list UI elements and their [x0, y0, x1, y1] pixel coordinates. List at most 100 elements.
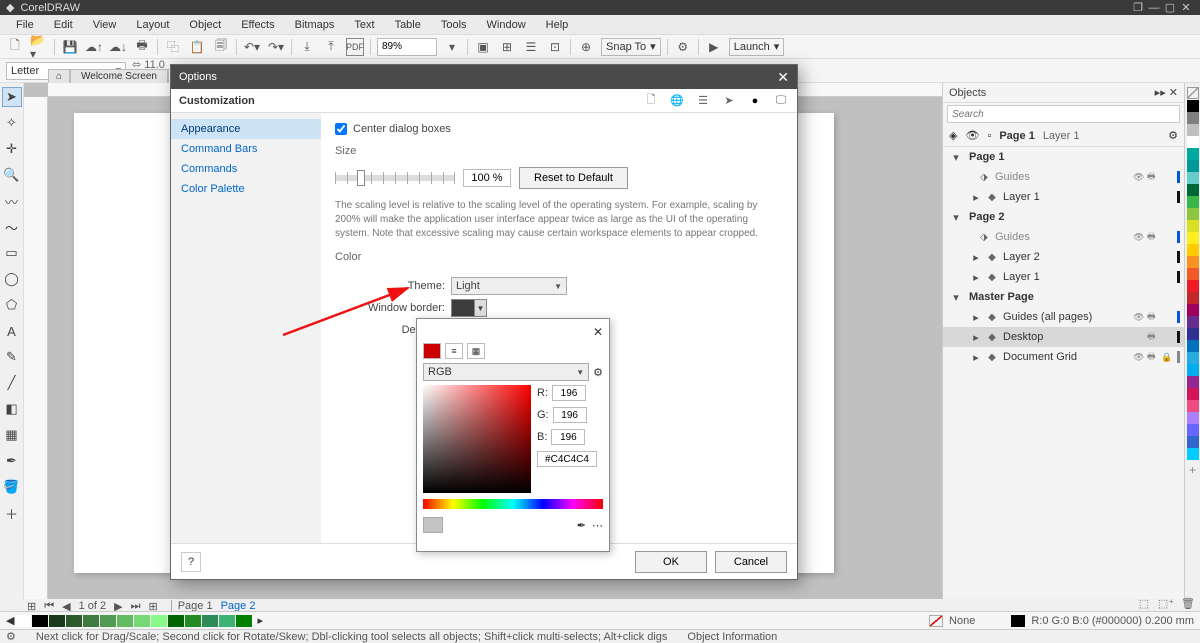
zoom-tool-icon[interactable]: 🔍: [2, 165, 22, 185]
plus-tool-icon[interactable]: ＋: [2, 503, 22, 523]
snap-icon[interactable]: ⊕: [577, 38, 595, 56]
options-icon[interactable]: ⚙: [674, 38, 692, 56]
docpalette-swatch[interactable]: [117, 615, 133, 627]
redo-icon[interactable]: ↷▾: [267, 38, 285, 56]
palette-swatch[interactable]: [1187, 304, 1199, 316]
menu-edit[interactable]: Edit: [44, 19, 83, 31]
palette-swatch[interactable]: [1187, 184, 1199, 196]
cloud-down-icon[interactable]: ☁↓: [109, 38, 127, 56]
colorpop-tab-solid-icon[interactable]: [423, 343, 441, 359]
nav-commands[interactable]: Commands: [171, 159, 321, 179]
reset-default-button[interactable]: Reset to Default: [519, 167, 628, 189]
docpalette-swatch[interactable]: [15, 615, 31, 627]
palette-swatch[interactable]: [1187, 292, 1199, 304]
transparency-tool-icon[interactable]: ▦: [2, 425, 22, 445]
docpalette-swatch[interactable]: [219, 615, 235, 627]
dialog-help-button[interactable]: ?: [181, 552, 201, 572]
palette-swatch[interactable]: [1187, 328, 1199, 340]
menu-help[interactable]: Help: [536, 19, 579, 31]
docpalette-swatch[interactable]: [83, 615, 99, 627]
export-icon[interactable]: ⤒: [322, 38, 340, 56]
pdf-icon[interactable]: PDF: [346, 38, 364, 56]
import-icon[interactable]: ⤓: [298, 38, 316, 56]
no-color-swatch[interactable]: [1187, 87, 1199, 99]
docpalette-swatch[interactable]: [185, 615, 201, 627]
copy-icon[interactable]: ⿻: [164, 38, 182, 56]
menu-file[interactable]: File: [6, 19, 44, 31]
colorpop-eyedropper-icon[interactable]: ✒: [577, 519, 586, 532]
object-layer-row[interactable]: ▸◆Layer 1: [943, 267, 1184, 287]
docpalette-swatch[interactable]: [49, 615, 65, 627]
colorpop-model-combo[interactable]: RGB▼: [423, 363, 589, 381]
docpalette-menu-icon[interactable]: ◀: [6, 614, 14, 627]
palette-swatch[interactable]: [1187, 352, 1199, 364]
fullscreen-icon[interactable]: ▣: [474, 38, 492, 56]
docpalette-swatch[interactable]: [236, 615, 252, 627]
colorpop-b-input[interactable]: [551, 429, 585, 445]
docpalette-swatch[interactable]: [168, 615, 184, 627]
scale-slider[interactable]: [335, 175, 455, 181]
rectangle-tool-icon[interactable]: ▭: [2, 243, 22, 263]
new-icon[interactable]: 🗋: [6, 38, 24, 56]
status-gear-icon[interactable]: ⚙: [6, 630, 16, 643]
docker-search-input[interactable]: [947, 105, 1180, 123]
palette-swatch[interactable]: [1187, 400, 1199, 412]
palette-swatch[interactable]: [1187, 424, 1199, 436]
colorpop-r-input[interactable]: [552, 385, 586, 401]
launch-dropdown[interactable]: Launch▾: [729, 38, 785, 56]
menu-view[interactable]: View: [83, 19, 127, 31]
save-icon[interactable]: 💾: [61, 38, 79, 56]
colorpop-close-icon[interactable]: ✕: [593, 325, 603, 339]
object-layer-row[interactable]: ⬗Guides👁🖶: [943, 167, 1184, 187]
docpalette-swatch[interactable]: [202, 615, 218, 627]
palette-swatch[interactable]: [1187, 160, 1199, 172]
snap-to-dropdown[interactable]: Snap To▾: [601, 38, 661, 56]
palette-swatch[interactable]: [1187, 100, 1199, 112]
colorpop-more-icon[interactable]: ⋯: [592, 519, 603, 532]
freehand-tool-icon[interactable]: 〰: [2, 191, 22, 211]
colorpop-g-input[interactable]: [553, 407, 587, 423]
new-layer-icon[interactable]: ⬚: [1136, 595, 1152, 611]
undo-icon[interactable]: ↶▾: [243, 38, 261, 56]
eyedropper-tool-icon[interactable]: ✒: [2, 451, 22, 471]
palette-swatch[interactable]: [1187, 436, 1199, 448]
open-icon[interactable]: 📂▾: [30, 38, 48, 56]
dlg-tab-custom-icon[interactable]: ●: [747, 93, 763, 109]
docpalette-swatch[interactable]: [32, 615, 48, 627]
palette-swatch[interactable]: [1187, 268, 1199, 280]
palette-plus[interactable]: +: [1189, 463, 1196, 477]
maximize-icon[interactable]: ▢: [1162, 1, 1178, 14]
palette-swatch[interactable]: [1187, 448, 1199, 460]
docpalette-swatch[interactable]: [134, 615, 150, 627]
list-icon[interactable]: ☰: [522, 38, 540, 56]
dlg-tab-global-icon[interactable]: 🌐: [669, 93, 685, 109]
text-tool-icon[interactable]: A: [2, 321, 22, 341]
close-icon[interactable]: ✕: [1178, 1, 1194, 14]
object-layer-row[interactable]: ▸◆Layer 2: [943, 247, 1184, 267]
connector-tool-icon[interactable]: ╱: [2, 373, 22, 393]
launch-icon[interactable]: ▶: [705, 38, 723, 56]
dlg-tab-document-icon[interactable]: 🗋: [643, 93, 659, 109]
grid-icon[interactable]: ⊞: [498, 38, 516, 56]
palette-swatch[interactable]: [1187, 316, 1199, 328]
shape-tool-icon[interactable]: ✧: [2, 113, 22, 133]
object-page-row[interactable]: ▾Page 2: [943, 207, 1184, 227]
palette-swatch[interactable]: [1187, 220, 1199, 232]
minimize-icon[interactable]: —: [1146, 2, 1162, 14]
menu-text[interactable]: Text: [344, 19, 384, 31]
thumb-icon[interactable]: ⊡: [546, 38, 564, 56]
nav-colorpalette[interactable]: Color Palette: [171, 179, 321, 199]
theme-combo[interactable]: Light▼: [451, 277, 567, 295]
zoom-dropdown-icon[interactable]: ▾: [443, 38, 461, 56]
cloud-up-icon[interactable]: ☁↑: [85, 38, 103, 56]
object-layer-row[interactable]: ▸◆Desktop🖶: [943, 327, 1184, 347]
docker-eye-icon[interactable]: 👁: [965, 129, 979, 142]
colorpop-hue-bar[interactable]: [423, 499, 603, 509]
menu-bitmaps[interactable]: Bitmaps: [285, 19, 345, 31]
clipboard-icon[interactable]: 🗐: [212, 38, 230, 56]
palette-swatch[interactable]: [1187, 256, 1199, 268]
palette-swatch[interactable]: [1187, 208, 1199, 220]
docker-settings-icon[interactable]: ⚙: [1168, 129, 1178, 142]
colorpop-gradient-area[interactable]: [423, 385, 531, 493]
palette-swatch[interactable]: [1187, 388, 1199, 400]
